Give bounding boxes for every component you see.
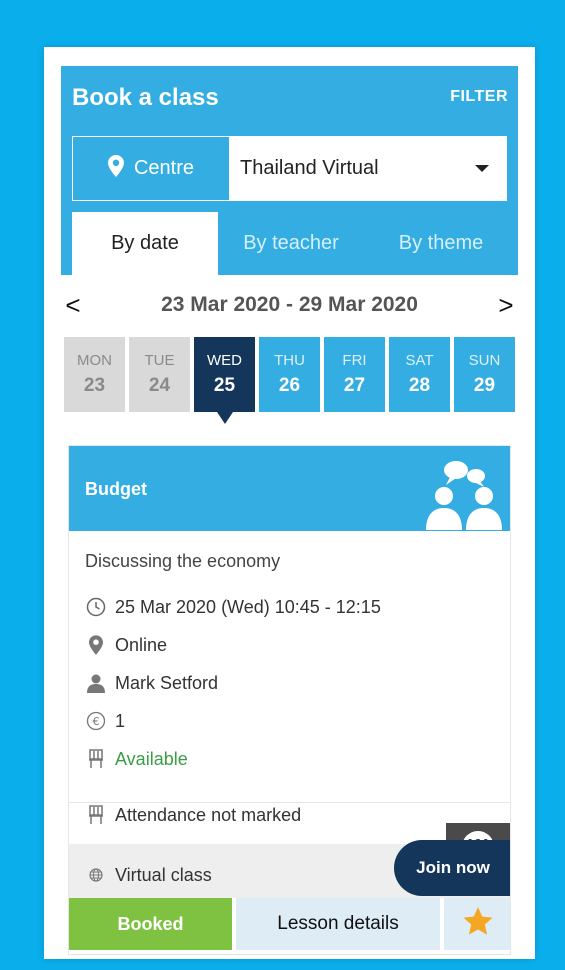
centre-selected-value: Thailand Virtual xyxy=(240,157,379,179)
class-card-body: Discussing the economy 25 Mar 2020 (Wed)… xyxy=(69,531,510,871)
day-date: 23 xyxy=(83,375,106,396)
class-location: Online xyxy=(85,626,494,664)
class-availability: Available xyxy=(85,740,494,778)
day-name: SAT xyxy=(405,352,434,369)
day-sat[interactable]: SAT 28 xyxy=(389,337,450,412)
credits-text: 1 xyxy=(115,710,126,731)
class-datetime: 25 Mar 2020 (Wed) 10:45 - 12:15 xyxy=(85,588,494,626)
day-sun[interactable]: SUN 29 xyxy=(454,337,515,412)
map-pin-icon xyxy=(85,635,107,655)
map-pin-icon xyxy=(107,154,124,183)
day-fri[interactable]: FRI 27 xyxy=(324,337,385,412)
day-name: WED xyxy=(207,352,242,369)
day-date: 28 xyxy=(408,375,431,396)
centre-label: Centre xyxy=(133,157,195,179)
day-date: 29 xyxy=(473,375,496,396)
app-screen: Book a class FILTER Centre Thailand Virt… xyxy=(44,47,535,959)
attendance-text: Attendance not marked xyxy=(115,804,302,825)
day-mon[interactable]: MON 23 xyxy=(64,337,125,412)
filter-button[interactable]: FILTER xyxy=(450,88,508,106)
centre-label-box: Centre xyxy=(72,136,230,201)
day-tue[interactable]: TUE 24 xyxy=(129,337,190,412)
join-now-button[interactable]: Join now xyxy=(394,840,510,896)
next-week-button[interactable]: > xyxy=(494,292,518,318)
class-attendance: Attendance not marked xyxy=(85,796,301,834)
prev-week-button[interactable]: < xyxy=(61,292,85,318)
tab-by-date[interactable]: By date xyxy=(72,212,218,275)
svg-text:€: € xyxy=(93,715,100,728)
caret-down-icon xyxy=(475,165,489,172)
availability-text: Available xyxy=(115,748,188,769)
favourite-button[interactable] xyxy=(444,898,510,950)
clock-icon xyxy=(85,597,107,617)
day-name: TUE xyxy=(144,352,175,369)
class-topic: Discussing the economy xyxy=(85,551,281,571)
class-title: Budget xyxy=(85,479,147,499)
class-card: Budget Discussing the economy 25 Mar 202… xyxy=(68,445,511,955)
chair-icon xyxy=(85,749,107,769)
day-picker: MON 23 TUE 24 WED 25 THU 26 FRI 27 SAT 2… xyxy=(64,337,516,424)
tab-by-theme[interactable]: By theme xyxy=(364,212,518,275)
star-icon xyxy=(461,906,495,943)
day-date: 26 xyxy=(278,375,301,396)
day-name: FRI xyxy=(342,352,367,369)
credit-icon: € xyxy=(85,711,107,731)
day-name: THU xyxy=(274,352,305,369)
virtual-class-label: Virtual class xyxy=(115,864,212,885)
booked-button[interactable]: Booked xyxy=(69,898,232,950)
globe-icon xyxy=(85,868,107,882)
card-actions: Booked Lesson details xyxy=(69,898,510,950)
teacher-text: Mark Setford xyxy=(115,672,219,693)
conversation-icon xyxy=(422,456,506,535)
day-wed[interactable]: WED 25 xyxy=(194,337,255,424)
lesson-details-button[interactable]: Lesson details xyxy=(236,898,440,950)
day-name: MON xyxy=(77,352,112,369)
location-text: Online xyxy=(115,634,168,655)
virtual-class-row: Virtual class Join now xyxy=(69,840,510,898)
day-name: SUN xyxy=(468,352,501,369)
centre-dropdown[interactable]: Thailand Virtual xyxy=(230,136,507,201)
class-credits: € 1 xyxy=(85,702,494,740)
class-card-header: Budget xyxy=(69,446,510,531)
datetime-text: 25 Mar 2020 (Wed) 10:45 - 12:15 xyxy=(115,596,381,617)
day-thu[interactable]: THU 26 xyxy=(259,337,320,412)
day-date: 27 xyxy=(343,375,366,396)
tab-by-teacher[interactable]: By teacher xyxy=(218,212,364,275)
day-date: 24 xyxy=(148,375,171,396)
page-title: Book a class xyxy=(72,84,219,111)
class-teacher: Mark Setford xyxy=(85,664,494,702)
booking-header: Book a class FILTER Centre Thailand Virt… xyxy=(61,66,518,275)
centre-selector: Centre Thailand Virtual xyxy=(72,136,507,201)
view-tabs: By date By teacher By theme xyxy=(72,212,518,275)
week-navigator: < 23 Mar 2020 - 29 Mar 2020 > xyxy=(61,287,518,323)
person-icon xyxy=(85,673,107,693)
day-date: 25 xyxy=(213,375,236,396)
chair-icon xyxy=(85,805,107,825)
week-range: 23 Mar 2020 - 29 Mar 2020 xyxy=(161,293,418,316)
virtual-class: Virtual class xyxy=(85,856,212,894)
